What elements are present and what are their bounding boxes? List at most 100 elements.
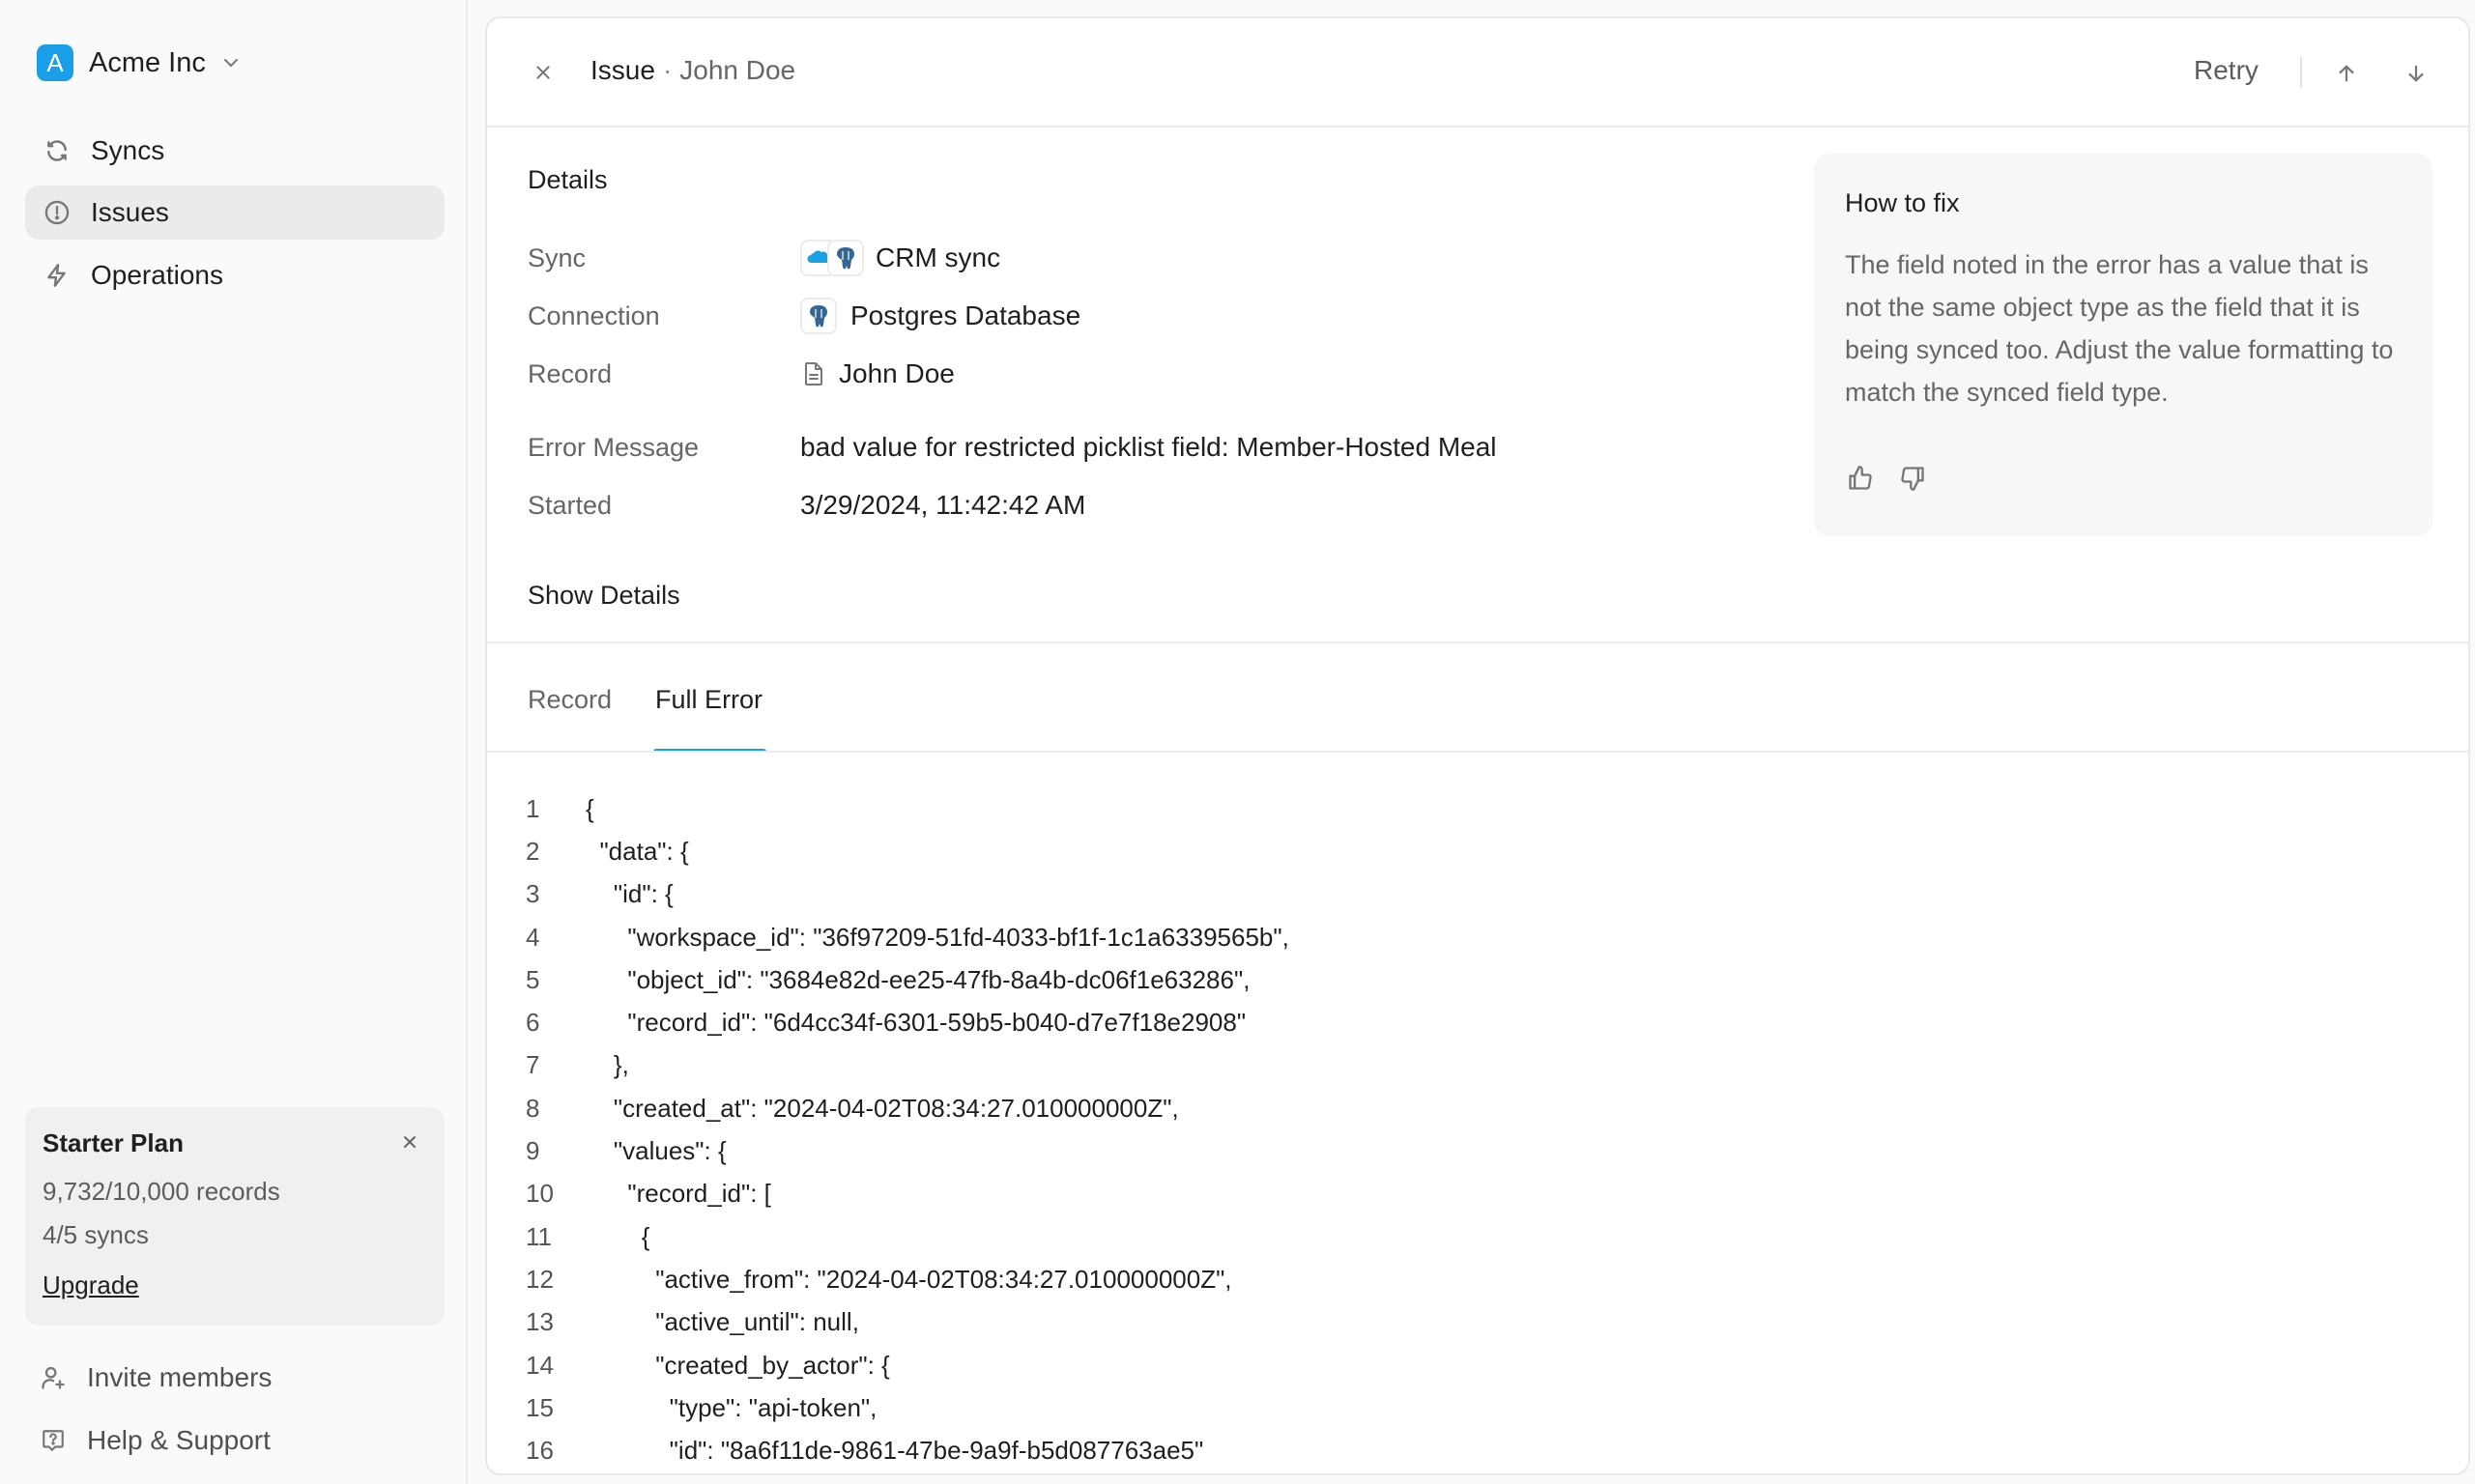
help-support-button[interactable]: Help & Support	[39, 1419, 271, 1462]
detail-label: Error Message	[528, 432, 700, 462]
detail-row-sync: Sync CRM sync	[528, 239, 1000, 277]
line-number: 14	[526, 1350, 554, 1380]
line-number: 7	[526, 1050, 540, 1080]
code-line: 7 },	[526, 1044, 1289, 1087]
line-number: 8	[526, 1093, 540, 1123]
alert-circle-icon	[43, 198, 72, 227]
arrow-up-icon[interactable]	[2330, 57, 2363, 90]
line-number: 3	[526, 879, 540, 909]
lightning-icon	[43, 261, 72, 290]
tab-record[interactable]: Record	[528, 681, 612, 751]
close-icon[interactable]	[530, 59, 557, 86]
line-number: 4	[526, 922, 540, 952]
detail-row-error-message: Error Message bad value for restricted p…	[528, 428, 1497, 467]
code-line: 9 "values": {	[526, 1129, 1289, 1172]
plan-title: Starter Plan	[43, 1128, 184, 1157]
sidebar: A Acme Inc Syncs Issues Operations Start…	[0, 0, 468, 1484]
postgres-icon	[800, 298, 837, 334]
code-line: 6 "record_id": "6d4cc34f-6301-59b5-b040-…	[526, 1001, 1289, 1043]
section-divider	[487, 642, 2468, 643]
line-content: {	[586, 1221, 650, 1251]
workspace-logo: A	[37, 44, 73, 81]
started-value: 3/29/2024, 11:42:42 AM	[800, 490, 1086, 520]
line-number: 10	[526, 1179, 554, 1209]
code-line: 14 "created_by_actor": {	[526, 1344, 1289, 1386]
code-viewer: 1{2 "data": {3 "id": {4 "workspace_id": …	[526, 787, 1289, 1472]
connection-name[interactable]: Postgres Database	[850, 300, 1080, 331]
detail-value: Postgres Database	[800, 298, 1080, 334]
header-divider	[2300, 57, 2302, 88]
help-support-label: Help & Support	[87, 1425, 271, 1455]
sidebar-item-label: Issues	[91, 197, 169, 227]
sync-logos	[800, 240, 864, 276]
line-number: 1	[526, 793, 540, 823]
code-line: 10 "record_id": [	[526, 1173, 1289, 1215]
line-number: 12	[526, 1264, 554, 1294]
thumbs-down-icon[interactable]	[1897, 463, 1928, 494]
retry-button[interactable]: Retry	[2194, 55, 2259, 86]
line-number: 5	[526, 964, 540, 994]
line-content: "record_id": [	[586, 1179, 771, 1209]
sidebar-item-operations[interactable]: Operations	[25, 248, 445, 302]
details-heading: Details	[528, 165, 608, 194]
issue-detail-panel: Issue · John Doe Retry Details Sync CRM …	[485, 16, 2470, 1475]
line-number: 11	[526, 1221, 552, 1251]
sidebar-item-label: Operations	[91, 260, 223, 290]
refresh-icon	[43, 136, 72, 165]
sidebar-item-issues[interactable]: Issues	[25, 186, 445, 240]
code-line: 15 "type": "api-token",	[526, 1386, 1289, 1429]
line-number: 2	[526, 836, 540, 866]
invite-members-label: Invite members	[87, 1362, 273, 1392]
error-message-value: bad value for restricted picklist field:…	[800, 432, 1497, 462]
code-line: 4 "workspace_id": "36f97209-51fd-4033-bf…	[526, 916, 1289, 958]
line-content: "active_from": "2024-04-02T08:34:27.0100…	[586, 1264, 1232, 1294]
thumbs-up-icon[interactable]	[1845, 463, 1876, 494]
sidebar-item-syncs[interactable]: Syncs	[25, 124, 445, 178]
plan-records-usage: 9,732/10,000 records	[43, 1177, 280, 1206]
code-line: 5 "object_id": "3684e82d-ee25-47fb-8a4b-…	[526, 958, 1289, 1001]
line-content: },	[586, 1050, 629, 1080]
sync-name[interactable]: CRM sync	[876, 243, 1000, 273]
code-line: 13 "active_until": null,	[526, 1301, 1289, 1344]
sidebar-item-label: Syncs	[91, 135, 165, 165]
line-content: "type": "api-token",	[586, 1392, 878, 1422]
line-content: "created_by_actor": {	[586, 1350, 890, 1380]
title-separator: ·	[662, 55, 673, 85]
line-number: 6	[526, 1008, 540, 1038]
detail-value: CRM sync	[800, 240, 1000, 276]
document-icon	[800, 361, 827, 386]
detail-label: Sync	[528, 243, 587, 272]
line-content: "data": {	[586, 836, 689, 866]
page-title: Issue · John Doe	[590, 55, 795, 86]
detail-row-record: Record John Doe	[528, 355, 955, 393]
line-content: "record_id": "6d4cc34f-6301-59b5-b040-d7…	[586, 1008, 1247, 1038]
close-icon[interactable]	[398, 1130, 421, 1154]
upgrade-link[interactable]: Upgrade	[43, 1270, 139, 1300]
line-number: 16	[526, 1436, 554, 1466]
detail-row-connection: Connection Postgres Database	[528, 297, 1080, 335]
panel-header: Issue · John Doe Retry	[487, 18, 2468, 128]
detail-row-started: Started 3/29/2024, 11:42:42 AM	[528, 486, 1085, 525]
title-subject: John Doe	[679, 55, 796, 85]
show-details-button[interactable]: Show Details	[528, 581, 680, 611]
how-to-fix-heading: How to fix	[1845, 188, 1960, 217]
code-line: 1{	[526, 787, 1289, 830]
line-content: "id": "8a6f11de-9861-47be-9a9f-b5d087763…	[586, 1436, 1204, 1466]
record-name[interactable]: John Doe	[839, 358, 955, 389]
workspace-switcher[interactable]: A Acme Inc	[37, 44, 243, 81]
tab-bar: Record Full Error	[528, 681, 767, 753]
detail-label: Connection	[528, 300, 660, 330]
code-line: 3 "id": {	[526, 873, 1289, 916]
line-content: "workspace_id": "36f97209-51fd-4033-bf1f…	[586, 922, 1289, 952]
plan-syncs-usage: 4/5 syncs	[43, 1220, 149, 1249]
invite-members-button[interactable]: Invite members	[39, 1356, 272, 1399]
line-content: {	[586, 793, 594, 823]
line-number: 9	[526, 1136, 540, 1166]
line-content: "active_until": null,	[586, 1307, 859, 1337]
line-number: 13	[526, 1307, 554, 1337]
arrow-down-icon[interactable]	[2400, 57, 2432, 90]
tab-full-error[interactable]: Full Error	[653, 681, 767, 753]
postgres-icon	[827, 240, 864, 276]
user-plus-icon	[39, 1363, 68, 1392]
code-line: 11 {	[526, 1215, 1289, 1258]
